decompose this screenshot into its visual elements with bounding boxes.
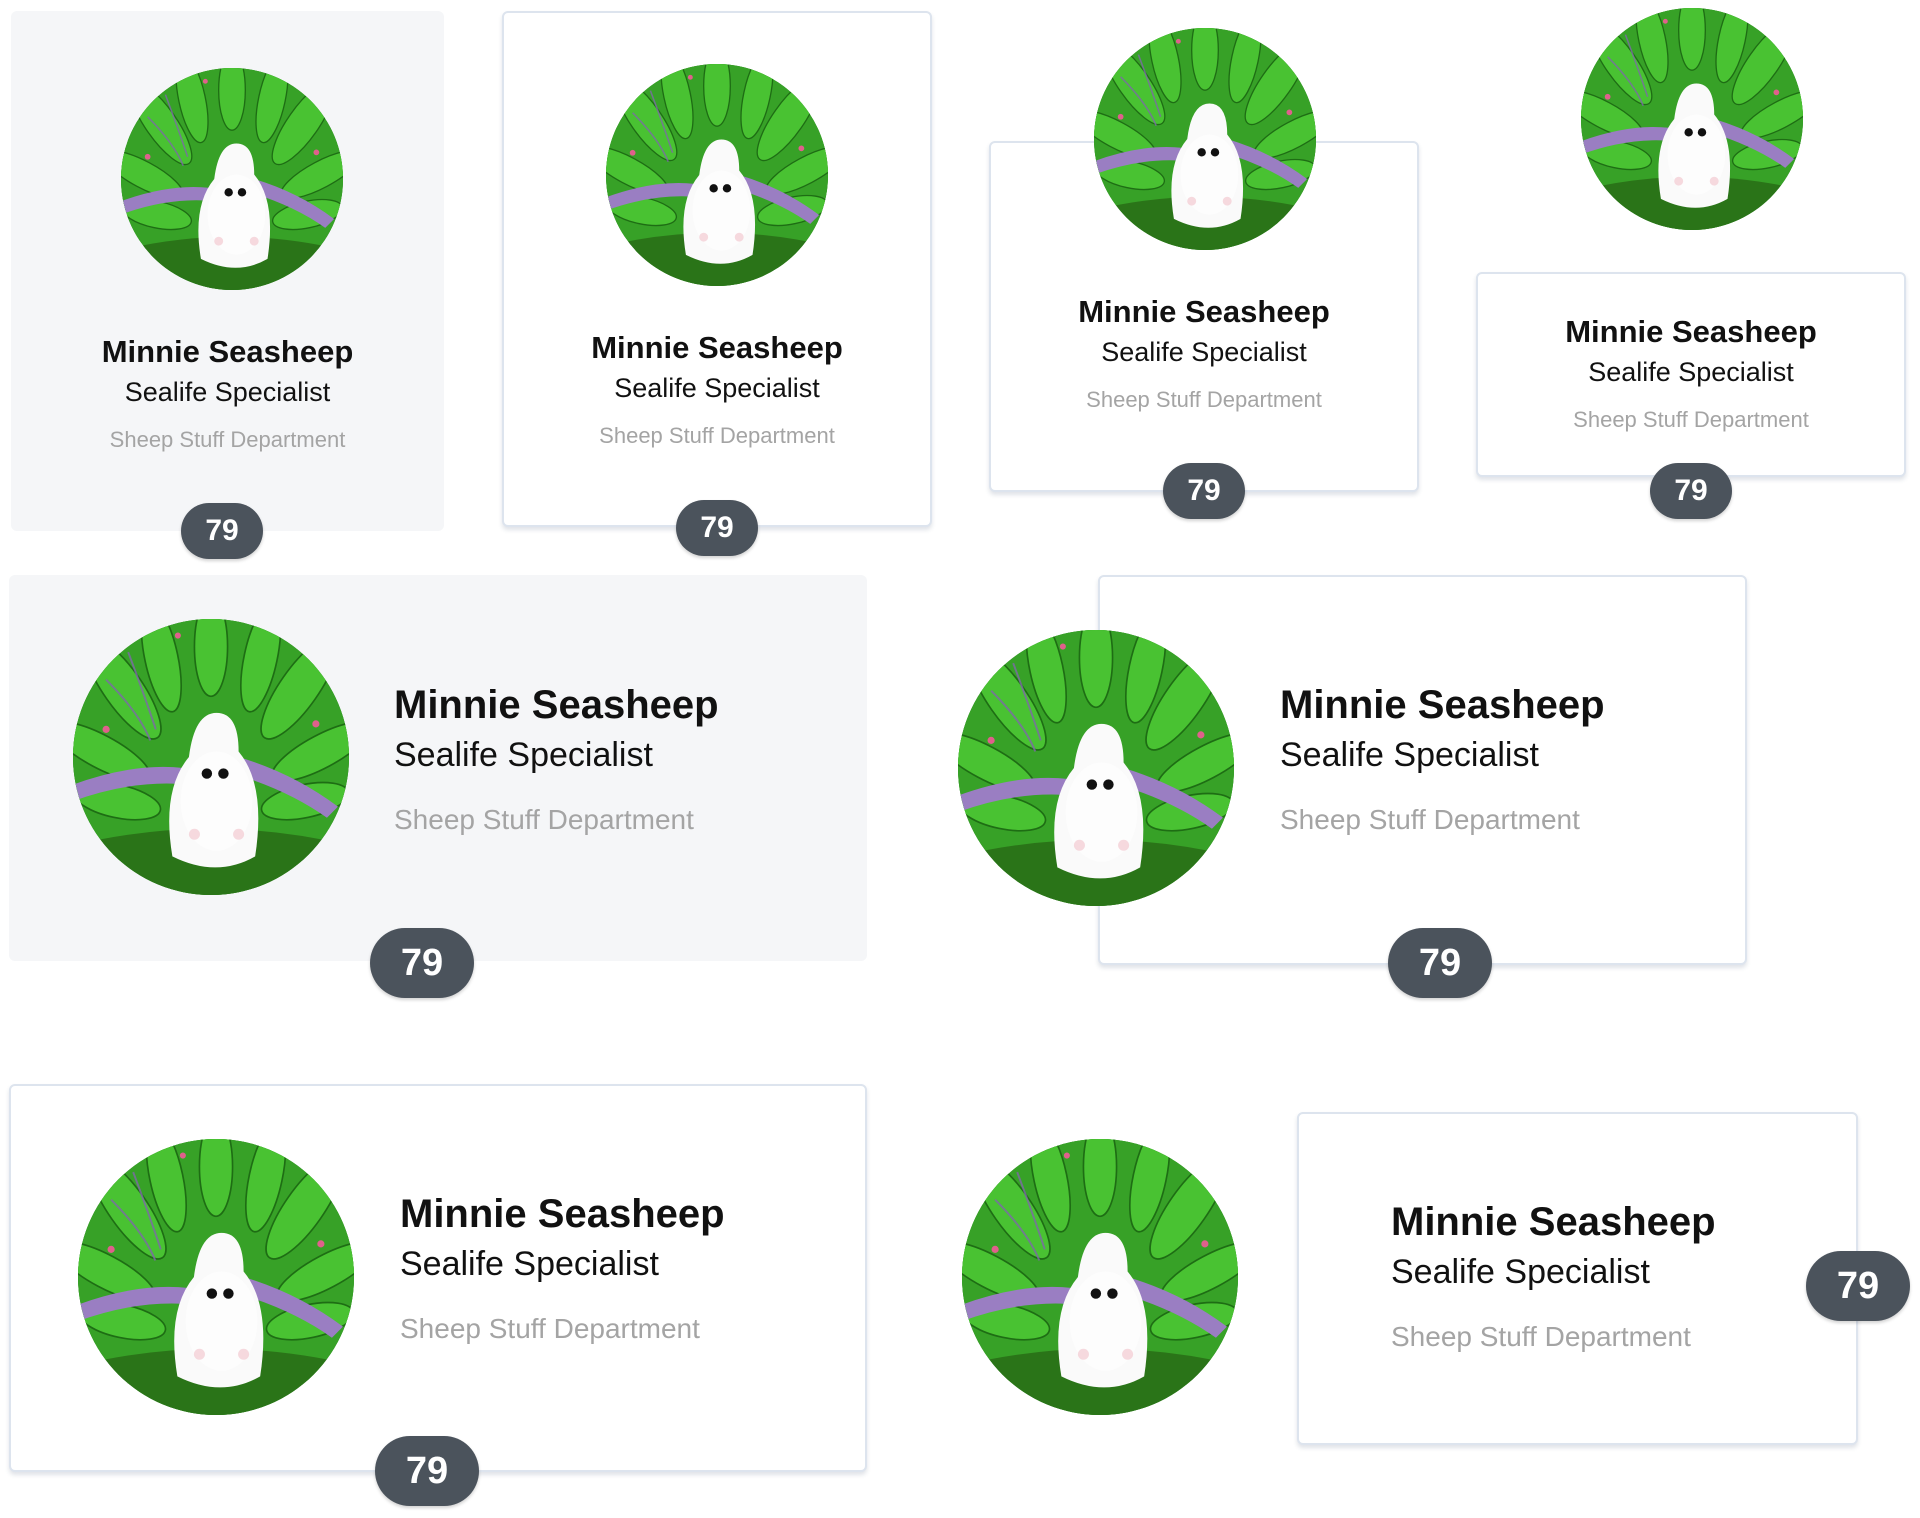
profile-department: Sheep Stuff Department xyxy=(394,804,694,835)
profile-info: Minnie Seasheep Sealife Specialist Sheep… xyxy=(400,1189,725,1349)
profile-department: Sheep Stuff Department xyxy=(400,1313,700,1344)
score-badge: 79 xyxy=(1388,928,1492,998)
profile-name: Minnie Seasheep xyxy=(400,1192,725,1236)
score-badge: 79 xyxy=(370,928,474,998)
sea-sheep-avatar-image xyxy=(73,619,349,895)
profile-title: Sealife Specialist xyxy=(1588,357,1794,387)
sea-sheep-avatar-image xyxy=(1094,28,1316,250)
profile-info: Minnie Seasheep Sealife Specialist Sheep… xyxy=(11,332,444,455)
avatar xyxy=(121,68,343,290)
profile-title: Sealife Specialist xyxy=(1280,736,1539,774)
profile-department: Sheep Stuff Department xyxy=(1391,1321,1691,1352)
score-badge: 79 xyxy=(375,1436,479,1506)
avatar xyxy=(958,630,1234,906)
profile-info: Minnie Seasheep Sealife Specialist Sheep… xyxy=(1476,312,1906,435)
score-badge: 79 xyxy=(181,503,263,559)
sea-sheep-avatar-image xyxy=(121,68,343,290)
profile-title: Sealife Specialist xyxy=(394,736,653,774)
sea-sheep-avatar-image xyxy=(606,64,828,286)
profile-department: Sheep Stuff Department xyxy=(1280,804,1580,835)
sea-sheep-avatar-image xyxy=(962,1139,1238,1415)
profile-title: Sealife Specialist xyxy=(400,1245,659,1283)
profile-name: Minnie Seasheep xyxy=(591,330,843,365)
avatar xyxy=(962,1139,1238,1415)
avatar xyxy=(73,619,349,895)
profile-department: Sheep Stuff Department xyxy=(1573,407,1809,432)
avatar xyxy=(606,64,828,286)
sea-sheep-avatar-image xyxy=(958,630,1234,906)
sea-sheep-avatar-image xyxy=(78,1139,354,1415)
profile-title: Sealife Specialist xyxy=(614,373,820,403)
profile-title: Sealife Specialist xyxy=(1391,1253,1650,1291)
profile-title: Sealife Specialist xyxy=(1101,337,1307,367)
avatar xyxy=(1094,28,1316,250)
profile-department: Sheep Stuff Department xyxy=(599,423,835,448)
profile-info: Minnie Seasheep Sealife Specialist Sheep… xyxy=(989,292,1419,415)
profile-name: Minnie Seasheep xyxy=(394,683,719,727)
profile-info: Minnie Seasheep Sealife Specialist Sheep… xyxy=(1391,1197,1716,1357)
profile-info: Minnie Seasheep Sealife Specialist Sheep… xyxy=(1280,680,1605,840)
profile-info: Minnie Seasheep Sealife Specialist Sheep… xyxy=(394,680,719,840)
profile-department: Sheep Stuff Department xyxy=(109,427,346,452)
profile-name: Minnie Seasheep xyxy=(1565,314,1817,349)
score-badge: 79 xyxy=(1806,1251,1910,1321)
profile-department: Sheep Stuff Department xyxy=(1086,387,1322,412)
avatar xyxy=(1581,8,1803,230)
avatar xyxy=(78,1139,354,1415)
profile-info: Minnie Seasheep Sealife Specialist Sheep… xyxy=(502,328,932,451)
score-badge: 79 xyxy=(1650,463,1732,519)
sea-sheep-avatar-image xyxy=(1581,8,1803,230)
profile-name: Minnie Seasheep xyxy=(101,334,354,369)
profile-name: Minnie Seasheep xyxy=(1078,294,1330,329)
score-badge: 79 xyxy=(676,500,758,556)
profile-title: Sealife Specialist xyxy=(124,377,331,407)
score-badge: 79 xyxy=(1163,463,1245,519)
profile-name: Minnie Seasheep xyxy=(1280,683,1605,727)
profile-name: Minnie Seasheep xyxy=(1391,1200,1716,1244)
